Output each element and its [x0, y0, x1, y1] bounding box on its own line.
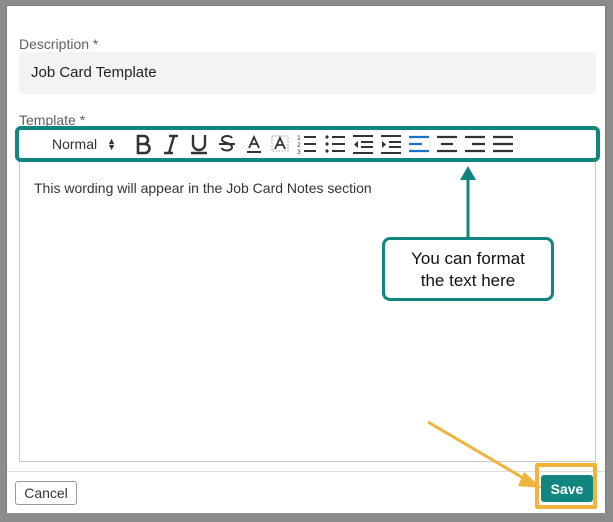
description-input[interactable]: Job Card Template — [19, 52, 596, 94]
callout-line-2: the text here — [420, 271, 516, 290]
align-justify-icon[interactable] — [492, 132, 514, 156]
format-callout: You can format the text here — [382, 237, 554, 301]
toolbar-highlight-box: Normal ▲ ▼ 123 — [15, 126, 600, 162]
underline-icon[interactable] — [188, 132, 210, 156]
template-text[interactable]: This wording will appear in the Job Card… — [34, 180, 372, 196]
italic-icon[interactable] — [160, 132, 182, 156]
callout-line-1: You can format — [411, 249, 525, 268]
font-color-icon[interactable] — [244, 132, 264, 156]
align-center-icon[interactable] — [436, 132, 458, 156]
text-format-select[interactable]: Normal ▲ ▼ — [52, 132, 126, 156]
align-left-icon[interactable] — [408, 132, 430, 156]
outdent-icon[interactable] — [352, 132, 374, 156]
align-right-icon[interactable] — [464, 132, 486, 156]
svg-text:1: 1 — [297, 135, 301, 142]
svg-text:3: 3 — [297, 149, 301, 155]
cancel-button[interactable]: Cancel — [15, 481, 77, 505]
strikethrough-icon[interactable] — [216, 132, 238, 156]
bold-icon[interactable] — [132, 132, 154, 156]
modal-footer: Cancel — [7, 471, 605, 513]
formatting-toolbar: Normal ▲ ▼ 123 — [52, 130, 520, 158]
description-label: Description * — [19, 36, 99, 52]
svg-text:2: 2 — [297, 142, 301, 149]
background-color-icon[interactable] — [270, 132, 290, 156]
ordered-list-icon[interactable]: 123 — [296, 132, 318, 156]
updown-caret-icon: ▲ ▼ — [107, 136, 117, 152]
save-button[interactable]: Save — [541, 475, 593, 502]
text-format-value: Normal — [52, 136, 98, 152]
indent-icon[interactable] — [380, 132, 402, 156]
bullet-list-icon[interactable] — [324, 132, 346, 156]
